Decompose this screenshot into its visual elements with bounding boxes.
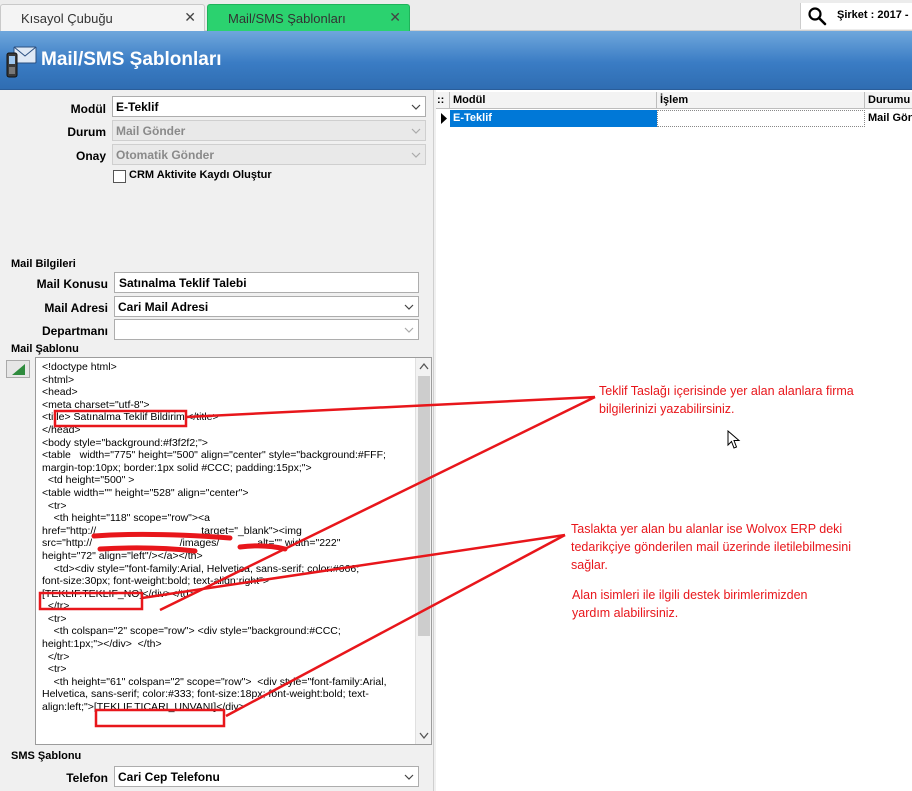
scroll-up-icon[interactable] bbox=[419, 362, 429, 370]
company-label: Şirket : 2017 - bbox=[837, 9, 909, 21]
note-line: yardım alabilirsiniz. bbox=[572, 606, 679, 620]
tab-label: Mail/SMS Şablonları bbox=[228, 11, 346, 26]
template-grid: :: Modül İşlem Durumu E-Teklif Mail Gön bbox=[436, 90, 912, 791]
cell-durumu[interactable]: Mail Gön bbox=[865, 110, 912, 127]
tab-label: Kısayol Çubuğu bbox=[21, 11, 113, 26]
chevron-down-icon bbox=[404, 774, 414, 780]
table-row[interactable]: E-Teklif Mail Gön bbox=[436, 110, 912, 127]
editor-tool-button[interactable] bbox=[6, 360, 30, 378]
department-label: Departmanı bbox=[41, 324, 108, 338]
note-line: Taslakta yer alan bu alanlar ise Wolvox … bbox=[571, 522, 843, 536]
durum-label: Durum bbox=[67, 125, 106, 139]
mail-info-section-title: Mail Bilgileri bbox=[11, 258, 76, 270]
editor-scrollbar[interactable] bbox=[415, 358, 431, 744]
mail-subject-input[interactable]: Satınalma Teklif Talebi bbox=[114, 272, 419, 293]
modul-value: E-Teklif bbox=[116, 100, 159, 114]
note-line: tedarikçiye gönderilen mail üzerinde ile… bbox=[571, 540, 851, 554]
tab-bar: Kısayol Çubuğu ✕ Mail/SMS Şablonları ✕ Ş… bbox=[0, 0, 912, 31]
mail-subject-label: Mail Konusu bbox=[36, 277, 108, 291]
onay-label: Onay bbox=[75, 149, 106, 163]
grid-header: :: Modül İşlem Durumu bbox=[436, 92, 912, 109]
mail-address-value: Cari Mail Adresi bbox=[118, 300, 209, 314]
search-icon[interactable] bbox=[807, 6, 827, 26]
close-icon[interactable]: ✕ bbox=[184, 9, 196, 26]
sms-section-title: SMS Şablonu bbox=[11, 750, 82, 762]
modul-select[interactable]: E-Teklif bbox=[112, 96, 426, 117]
note-line: bilgilerinizi yazabilirsiniz. bbox=[599, 402, 735, 416]
cell-islem[interactable] bbox=[657, 110, 865, 127]
mouse-cursor-icon bbox=[727, 430, 741, 449]
cell-modul[interactable]: E-Teklif bbox=[450, 110, 657, 127]
phone-label: Telefon bbox=[66, 771, 108, 785]
mail-phone-icon bbox=[6, 46, 37, 78]
mail-address-select[interactable]: Cari Mail Adresi bbox=[114, 296, 419, 317]
app-window: Kısayol Çubuğu ✕ Mail/SMS Şablonları ✕ Ş… bbox=[0, 0, 912, 791]
close-icon[interactable]: ✕ bbox=[389, 9, 401, 26]
annotation-note-2: Taslakta yer alan bu alanlar ise Wolvox … bbox=[571, 520, 851, 574]
onay-select[interactable]: Otomatik Gönder bbox=[112, 144, 426, 165]
page-header: Mail/SMS Şablonları bbox=[0, 31, 912, 90]
annotation-note-1: Teklif Taslağı içerisinde yer alan alanl… bbox=[599, 382, 854, 418]
tab-kisayol-cubugu[interactable]: Kısayol Çubuğu ✕ bbox=[0, 4, 205, 31]
durum-value: Mail Gönder bbox=[116, 124, 186, 138]
chevron-down-icon bbox=[411, 128, 421, 134]
mail-template-editor[interactable]: <!doctype html> <html> <head> <meta char… bbox=[35, 357, 432, 745]
chevron-down-icon bbox=[411, 104, 421, 110]
template-form-panel: Modül E-Teklif Durum Mail Gönder Onay Ot… bbox=[0, 90, 434, 791]
triangle-icon bbox=[12, 364, 25, 375]
chevron-down-icon bbox=[404, 304, 414, 310]
mail-address-label: Mail Adresi bbox=[44, 301, 108, 315]
column-header-modul[interactable]: Modül bbox=[450, 92, 657, 109]
onay-value: Otomatik Gönder bbox=[116, 148, 215, 162]
tab-mail-sms-sablonlari[interactable]: Mail/SMS Şablonları ✕ bbox=[207, 4, 410, 31]
grid-indicator-header: :: bbox=[436, 92, 450, 109]
column-header-durumu[interactable]: Durumu bbox=[865, 92, 912, 109]
note-line: sağlar. bbox=[571, 558, 608, 572]
page-title: Mail/SMS Şablonları bbox=[41, 49, 222, 70]
phone-select[interactable]: Cari Cep Telefonu bbox=[114, 766, 419, 787]
template-code: <!doctype html> <html> <head> <meta char… bbox=[42, 361, 387, 714]
annotation-note-3: Alan isimleri ile ilgili destek birimler… bbox=[572, 586, 808, 622]
note-line: Alan isimleri ile ilgili destek birimler… bbox=[572, 588, 808, 602]
modul-label: Modül bbox=[70, 102, 106, 116]
crm-activity-checkbox[interactable] bbox=[113, 170, 126, 183]
durum-select[interactable]: Mail Gönder bbox=[112, 120, 426, 141]
mail-subject-value: Satınalma Teklif Talebi bbox=[119, 276, 247, 290]
column-header-islem[interactable]: İşlem bbox=[657, 92, 865, 109]
department-select[interactable] bbox=[114, 319, 419, 340]
row-indicator-icon bbox=[441, 113, 447, 124]
mail-template-section-title: Mail Şablonu bbox=[11, 343, 79, 355]
note-line: Teklif Taslağı içerisinde yer alan alanl… bbox=[599, 384, 854, 398]
phone-value: Cari Cep Telefonu bbox=[118, 770, 220, 784]
chevron-down-icon bbox=[411, 152, 421, 158]
scroll-down-icon[interactable] bbox=[419, 732, 429, 740]
chevron-down-icon bbox=[404, 327, 414, 333]
company-search-area: Şirket : 2017 - bbox=[800, 3, 912, 29]
crm-activity-label: CRM Aktivite Kaydı Oluştur bbox=[129, 169, 272, 181]
scrollbar-thumb[interactable] bbox=[418, 376, 430, 636]
